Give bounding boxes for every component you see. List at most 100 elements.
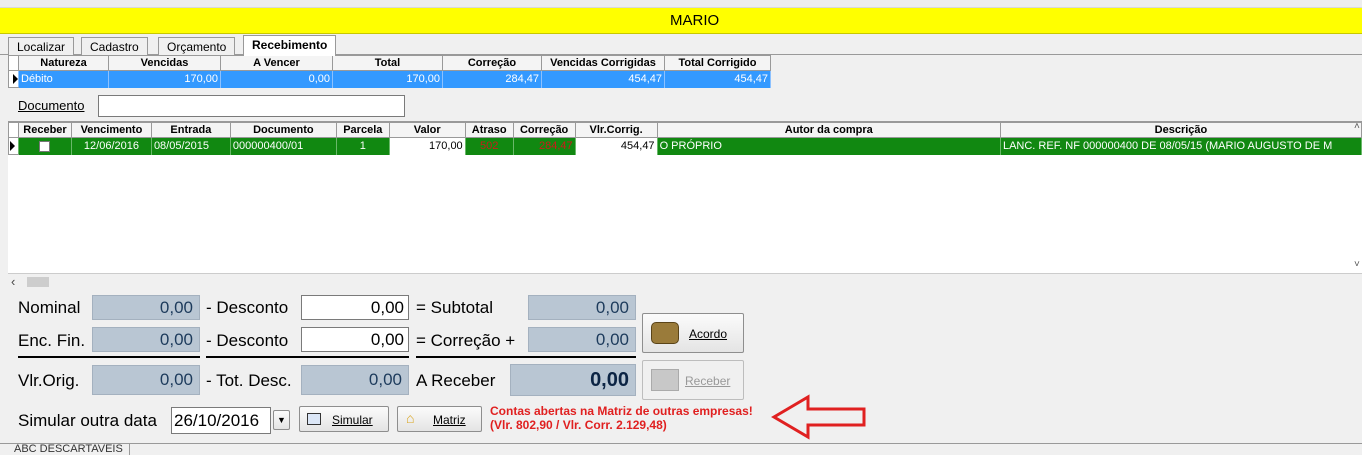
simular-button[interactable]: Simular (299, 406, 389, 432)
cell-atraso[interactable]: 502 (465, 137, 514, 155)
simular-date-input[interactable]: 26/10/2016 (171, 407, 271, 434)
tab-bar: Localizar Cadastro Orçamento Recebimento (0, 34, 1362, 56)
areceber-label: A Receber (416, 371, 496, 390)
installments-header-row: Receber Vencimento Entrada Documento Par… (8, 122, 1362, 138)
date-dropdown-button[interactable]: ▼ (273, 410, 290, 430)
divider (416, 356, 636, 358)
cell-parcela[interactable]: 1 (336, 137, 390, 155)
col-header-total[interactable]: Total (332, 55, 443, 71)
calendar-icon (307, 413, 321, 425)
cell-a-vencer[interactable]: 0,00 (220, 70, 333, 88)
scroll-thumb[interactable] (27, 277, 49, 287)
receber-checkbox[interactable] (39, 140, 51, 152)
scroll-left-icon[interactable]: ‹ (11, 274, 15, 289)
row-pointer-icon (13, 74, 18, 84)
tab-localizar[interactable]: Localizar (8, 37, 75, 55)
cell-vencidas-corrigidas[interactable]: 454,47 (541, 70, 665, 88)
summary-row-debito[interactable]: Débito 170,00 0,00 170,00 284,47 454,47 … (8, 70, 771, 88)
handshake-icon (651, 322, 679, 344)
col-header-atraso[interactable]: Atraso (464, 122, 514, 138)
cell-total-corrigido[interactable]: 454,47 (664, 70, 771, 88)
row-pointer-icon (10, 141, 15, 151)
col-header-autor[interactable]: Autor da compra (656, 122, 1001, 138)
matriz-button-label: Matriz (433, 413, 466, 427)
installments-grid: Receber Vencimento Entrada Documento Par… (8, 121, 1362, 273)
acordo-label: Acordo (689, 327, 728, 341)
col-header-vlr-corrig[interactable]: Vlr.Corrig. (574, 122, 658, 138)
home-icon: ⌂ (406, 410, 415, 426)
simular-button-label: Simular (332, 413, 373, 427)
vlrorig-value: 0,00 (92, 365, 200, 395)
summary-header-row: Natureza Vencidas A Vencer Total Correçã… (8, 55, 771, 71)
chevron-down-icon: ▼ (277, 415, 286, 425)
col-header-vencimento[interactable]: Vencimento (70, 122, 152, 138)
col-header-total-corrigido[interactable]: Total Corrigido (664, 55, 771, 71)
correcao-value: 0,00 (528, 327, 636, 352)
cell-entrada[interactable]: 08/05/2015 (151, 137, 231, 155)
cell-natureza[interactable]: Débito (18, 70, 109, 88)
totdesc-value: 0,00 (301, 365, 409, 395)
tab-cadastro[interactable]: Cadastro (81, 37, 148, 55)
desconto-label: - Desconto (206, 298, 289, 317)
col-header-vencidas[interactable]: Vencidas (108, 55, 221, 71)
col-header-vencidas-corrigidas[interactable]: Vencidas Corrigidas (541, 55, 665, 71)
documento-input[interactable] (98, 95, 405, 117)
arrow-left-icon (771, 394, 866, 440)
cell-vencidas[interactable]: 170,00 (108, 70, 221, 88)
col-header-natureza[interactable]: Natureza (18, 55, 109, 71)
cell-valor[interactable]: 170,00 (389, 137, 466, 155)
nominal-value: 0,00 (92, 295, 200, 320)
desconto-enc-input[interactable]: 0,00 (301, 327, 409, 352)
correcao-label: = Correção + (416, 331, 516, 350)
cell-documento[interactable]: 000000400/01 (230, 137, 337, 155)
col-header-receber[interactable]: Receber (17, 122, 72, 138)
col-header-descricao[interactable]: Descrição (999, 122, 1362, 138)
col-header-correcao[interactable]: Correção (512, 122, 576, 138)
window-top-strip (0, 0, 1362, 8)
matriz-alert-message: Contas abertas na Matriz de outras empre… (490, 404, 753, 432)
col-header-correcao[interactable]: Correção (442, 55, 542, 71)
scroll-down-icon[interactable]: ˅ (1354, 259, 1360, 270)
cell-autor[interactable]: O PRÓPRIO (657, 137, 1001, 155)
vlrorig-label: Vlr.Orig. (18, 371, 80, 390)
tab-abc-descartaveis[interactable]: ABC DESCARTAVEIS (8, 444, 130, 455)
tab-recebimento[interactable]: Recebimento (243, 35, 337, 56)
cell-descricao[interactable]: LANC. REF. NF 000000400 DE 08/05/15 (MAR… (1000, 137, 1362, 155)
summary-grid: Natureza Vencidas A Vencer Total Correçã… (8, 55, 771, 88)
documento-label-text: Documento (18, 98, 85, 113)
documento-label: Documento (18, 98, 84, 113)
desconto-input[interactable]: 0,00 (301, 295, 409, 320)
customer-title-bar: MARIO (0, 8, 1362, 34)
cell-correcao[interactable]: 284,47 (442, 70, 542, 88)
row-indicator (8, 137, 19, 155)
totdesc-label: - Tot. Desc. (206, 371, 292, 390)
cash-register-icon (651, 369, 679, 391)
bottom-tab-bar: ABC DESCARTAVEIS (0, 443, 1362, 455)
subtotal-label: = Subtotal (416, 298, 494, 317)
cell-total[interactable]: 170,00 (332, 70, 443, 88)
divider (18, 356, 200, 358)
table-row[interactable]: 12/06/2016 08/05/2015 000000400/01 1 170… (8, 137, 1362, 155)
col-header-a-vencer[interactable]: A Vencer (220, 55, 333, 71)
cell-receber (18, 137, 72, 155)
areceber-value: 0,00 (510, 364, 636, 396)
vertical-scrollbar[interactable]: ˄ ˅ (1354, 121, 1362, 273)
matriz-button[interactable]: ⌂ Matriz (397, 406, 482, 432)
col-header-parcela[interactable]: Parcela (335, 122, 390, 138)
acordo-button[interactable]: Acordo (642, 313, 744, 353)
row-indicator-header (8, 55, 19, 71)
tab-orcamento[interactable]: Orçamento (158, 37, 236, 55)
cell-correcao[interactable]: 284,47 (513, 137, 576, 155)
cell-vlr-corrig[interactable]: 454,47 (575, 137, 658, 155)
col-header-entrada[interactable]: Entrada (150, 122, 231, 138)
col-header-documento[interactable]: Documento (229, 122, 337, 138)
scroll-up-icon[interactable]: ˄ (1354, 121, 1360, 132)
horizontal-scrollbar[interactable]: ‹ (8, 273, 1362, 289)
col-header-valor[interactable]: Valor (388, 122, 466, 138)
cell-vencimento[interactable]: 12/06/2016 (71, 137, 152, 155)
desconto-label: - Desconto (206, 331, 289, 350)
simular-label: Simular outra data (18, 411, 157, 430)
receber-button[interactable]: Receber (642, 360, 744, 400)
row-indicator-header (8, 122, 19, 138)
encfin-label: Enc. Fin. (18, 331, 86, 350)
